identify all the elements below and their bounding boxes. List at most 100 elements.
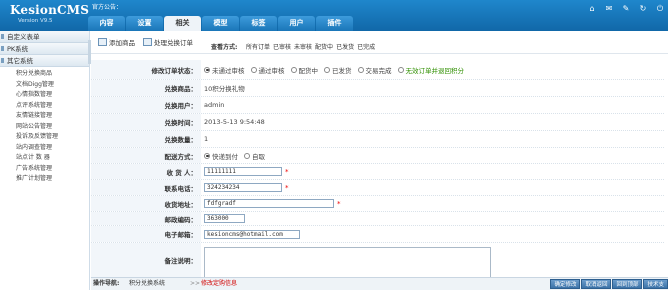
process-orders-label: 处理兑换订单 [154,39,193,47]
required-mark: * [337,199,341,208]
wrench-icon[interactable]: ✎ [622,4,630,13]
tab-model[interactable]: 模型 [202,16,239,31]
radio-dot [244,152,250,159]
sidebar-item-promo[interactable]: 推广计划管理 [0,174,89,185]
view-link-all[interactable]: 所有订单 [246,42,270,51]
power-icon[interactable]: ⏻ [656,4,664,13]
radio-dot [397,66,404,73]
sidebar-item-survey[interactable]: 站内调查管理 [0,143,89,154]
refresh-icon[interactable]: ↻ [639,4,647,13]
quantity-value: 1 [204,135,209,143]
radio-label: 自取 [252,152,265,161]
email-input[interactable]: kesioncms@hotmail.com [204,229,300,239]
status-label: 修改订单状态： [91,60,201,79]
tech-support-button[interactable]: 技术支 [643,279,668,289]
time-value: 2013-5-13 9:54:48 [204,118,265,126]
home-icon[interactable]: ⌂ [588,4,596,13]
view-mode-links: 所有订单 已审核 未审核 配货中 已发货 已完成 [246,42,375,51]
sidebar-item-announce[interactable]: 网站公告管理 [0,122,89,133]
email-label: 电子邮箱： [91,226,201,242]
time-label: 兑换时间： [91,114,201,130]
confirm-button[interactable]: 确定修改 [550,279,581,289]
status-radio-unapproved[interactable]: 未通过审核 [204,65,245,75]
phone-label: 联系电话： [91,180,201,195]
address-input[interactable]: fdfgradf [204,199,334,208]
address-label: 收货地址： [91,196,201,211]
sidebar-items: 积分兑换商品 文档Digg管理 心情指数管理 点评系统管理 友情链接管理 网站公… [0,67,89,185]
delivery-label: 配送方式： [91,148,201,163]
sidebar-item-points-goods[interactable]: 积分兑换商品 [0,69,89,80]
view-link-approved[interactable]: 已审核 [273,42,291,51]
sidebar-item-review[interactable]: 点评系统管理 [0,101,89,112]
status-row: 修改订单状态： 未通过审核 通过审核 配货中 已发货 交易完成 无效订单并退回积… [91,60,664,80]
quantity-row: 兑换数量： 1 [91,131,664,148]
tab-tags[interactable]: 标签 [240,16,277,31]
remark-row: 备注说明： [91,243,664,287]
status-radio-invalid[interactable]: 无效订单并退回积分 [397,65,465,75]
sidebar-item-ads[interactable]: 广告系统管理 [0,164,89,175]
status-options: 未通过审核 通过审核 配货中 已发货 交易完成 无效订单并退回积分 [201,60,664,79]
nav-current: 修改定购信息 [201,280,238,287]
required-mark: * [285,167,289,176]
tab-plugins[interactable]: 插件 [316,16,353,31]
order-edit-form: 修改订单状态： 未通过审核 通过审核 配货中 已发货 交易完成 无效订单并退回积… [91,60,664,287]
sidebar-item-mood[interactable]: 心情指数管理 [0,90,89,101]
view-link-unapproved[interactable]: 未审核 [294,42,312,51]
toolbar: 添加商品 处理兑换订单 查看方式: 所有订单 已审核 未审核 配货中 已发货 已… [91,31,668,54]
version-text: Version V9.5 [18,18,53,24]
top-icons: ⌂ ✉ ✎ ↻ ⏻ [588,4,664,13]
view-link-packing[interactable]: 配货中 [315,42,333,51]
zip-input[interactable]: 363000 [204,214,245,223]
sidebar-section-pk[interactable]: PK系统 [0,43,89,55]
radio-label: 配货中 [298,66,319,75]
back-to-top-button[interactable]: 回到顶部 [612,279,643,289]
status-radio-approved[interactable]: 通过审核 [250,65,285,75]
zip-label: 邮政编码： [91,212,201,225]
sidebar-item-feedback[interactable]: 投诉及反馈管理 [0,132,89,143]
tab-users[interactable]: 用户 [278,16,315,31]
tab-related[interactable]: 相关 [164,16,201,31]
tab-content[interactable]: 内容 [88,16,125,31]
receiver-input[interactable]: 11111111 [204,167,282,176]
time-row: 兑换时间： 2013-5-13 9:54:48 [91,114,664,131]
product-label: 兑换商品： [91,80,201,96]
logo-text: KesionCMS [10,3,90,17]
add-icon [98,38,107,46]
radio-label: 无效订单并退回积分 [405,66,465,75]
address-row: 收货地址： fdfgradf * [91,196,664,212]
sidebar-section-custom-form[interactable]: 自定义表单 [0,31,89,43]
status-bar: 操作导航: 积分兑换系统 >> 修改定购信息 确定修改 取消返回 回到顶部 技术… [91,277,668,290]
sidebar-item-counter[interactable]: 站点计 数 器 [0,153,89,164]
radio-label: 未通过审核 [212,66,245,75]
sidebar-item-digg[interactable]: 文档Digg管理 [0,80,89,91]
receiver-label: 收 货 人： [91,164,201,179]
view-link-done[interactable]: 已完成 [357,42,375,51]
delivery-radio-cod[interactable]: 快递到付 [204,151,238,161]
view-mode-label: 查看方式: [211,44,238,51]
add-product-button[interactable]: 添加商品 [98,37,135,47]
tab-settings[interactable]: 设置 [126,16,163,31]
main-tabs: 内容 设置 相关 模型 标签 用户 插件 [88,16,354,31]
mail-icon[interactable]: ✉ [605,4,613,13]
radio-dot [204,66,210,73]
delivery-options: 快递到付 自取 [201,148,664,163]
remark-label: 备注说明： [91,243,201,277]
cancel-button[interactable]: 取消返回 [581,279,612,289]
radio-label: 通过审核 [258,66,285,75]
phone-input[interactable]: 324234234 [204,183,282,192]
process-orders-button[interactable]: 处理兑换订单 [143,37,193,47]
status-radio-packing[interactable]: 配货中 [290,65,319,75]
nav-link-points[interactable]: 积分兑换系统 [129,278,165,290]
delivery-radio-pickup[interactable]: 自取 [244,151,265,161]
radio-label: 快递到付 [212,152,238,161]
user-value: admin [204,101,225,109]
sidebar-section-other[interactable]: 其它系统 [0,55,89,67]
sidebar: 自定义表单 PK系统 其它系统 积分兑换商品 文档Digg管理 心情指数管理 点… [0,31,90,290]
status-radio-shipped[interactable]: 已发货 [324,65,352,75]
top-header: KesionCMS Version V9.5 官方公告： 内容 设置 相关 模型… [0,0,668,31]
nav-label: 操作导航: [93,280,120,287]
sidebar-item-links[interactable]: 友情链接管理 [0,111,89,122]
status-radio-completed[interactable]: 交易完成 [357,65,392,75]
required-mark: * [285,183,289,192]
view-link-shipped[interactable]: 已发货 [336,42,354,51]
